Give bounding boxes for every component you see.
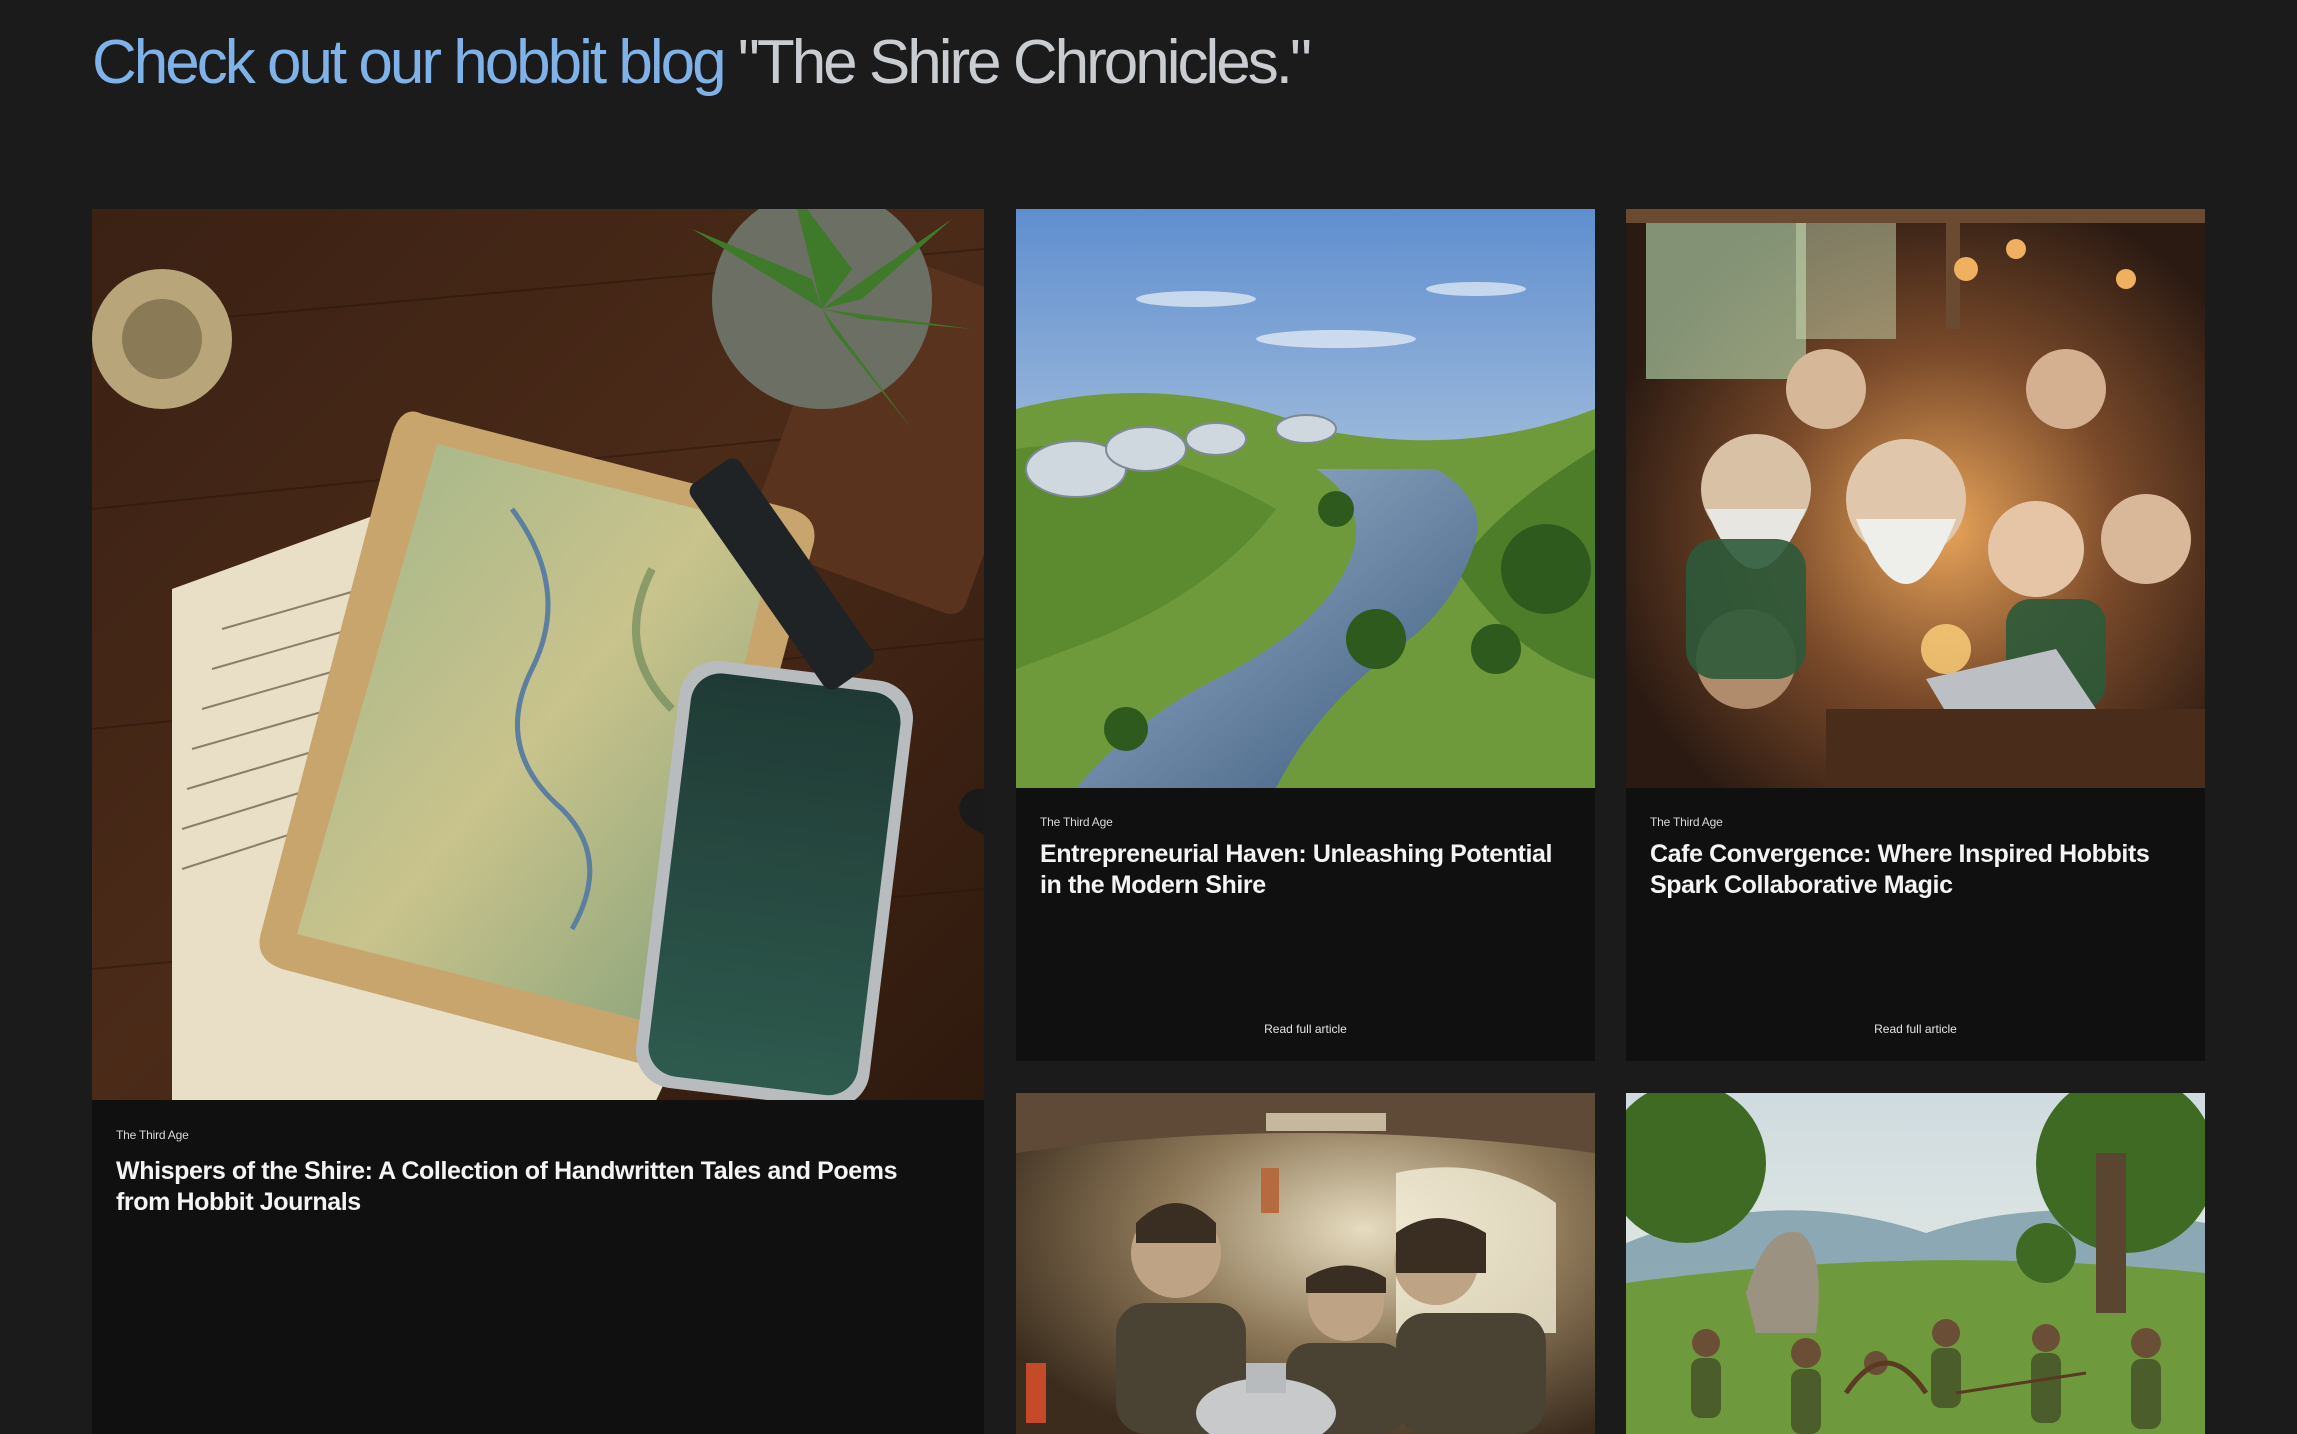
- blog-page: Check out our hobbit blog "The Shire Chr…: [0, 0, 2297, 1434]
- hobbit-cafe-image[interactable]: [1626, 209, 2205, 788]
- page-title-accent: Check out our hobbit blog: [92, 28, 727, 97]
- journal-map-phone-image[interactable]: [92, 209, 984, 1100]
- shire-landscape-image[interactable]: [1016, 209, 1595, 788]
- hobbit-kitchen-image[interactable]: [1016, 1093, 1595, 1434]
- article-category: The Third Age: [116, 1128, 189, 1142]
- article-card[interactable]: [1016, 1093, 1595, 1434]
- read-full-article-link[interactable]: Read full article: [1016, 1022, 1595, 1036]
- article-card[interactable]: [1626, 1093, 2205, 1434]
- archery-meadow-image[interactable]: [1626, 1093, 2205, 1434]
- page-title-blog-name: "The Shire Chronicles.": [723, 28, 1312, 97]
- read-full-article-link[interactable]: Read full article: [1626, 1022, 2205, 1036]
- article-card[interactable]: The Third Age Cafe Convergence: Where In…: [1626, 209, 2205, 1061]
- page-title: Check out our hobbit blog "The Shire Chr…: [92, 22, 1312, 104]
- article-category: The Third Age: [1040, 815, 1113, 829]
- article-title[interactable]: Entrepreneurial Haven: Unleashing Potent…: [1040, 839, 1573, 901]
- article-title[interactable]: Cafe Convergence: Where Inspired Hobbits…: [1650, 839, 2183, 901]
- featured-article-card[interactable]: The Third Age Whispers of the Shire: A C…: [92, 209, 984, 1434]
- article-title[interactable]: Whispers of the Shire: A Collection of H…: [116, 1156, 904, 1218]
- article-category: The Third Age: [1650, 815, 1723, 829]
- article-card[interactable]: The Third Age Entrepreneurial Haven: Unl…: [1016, 209, 1595, 1061]
